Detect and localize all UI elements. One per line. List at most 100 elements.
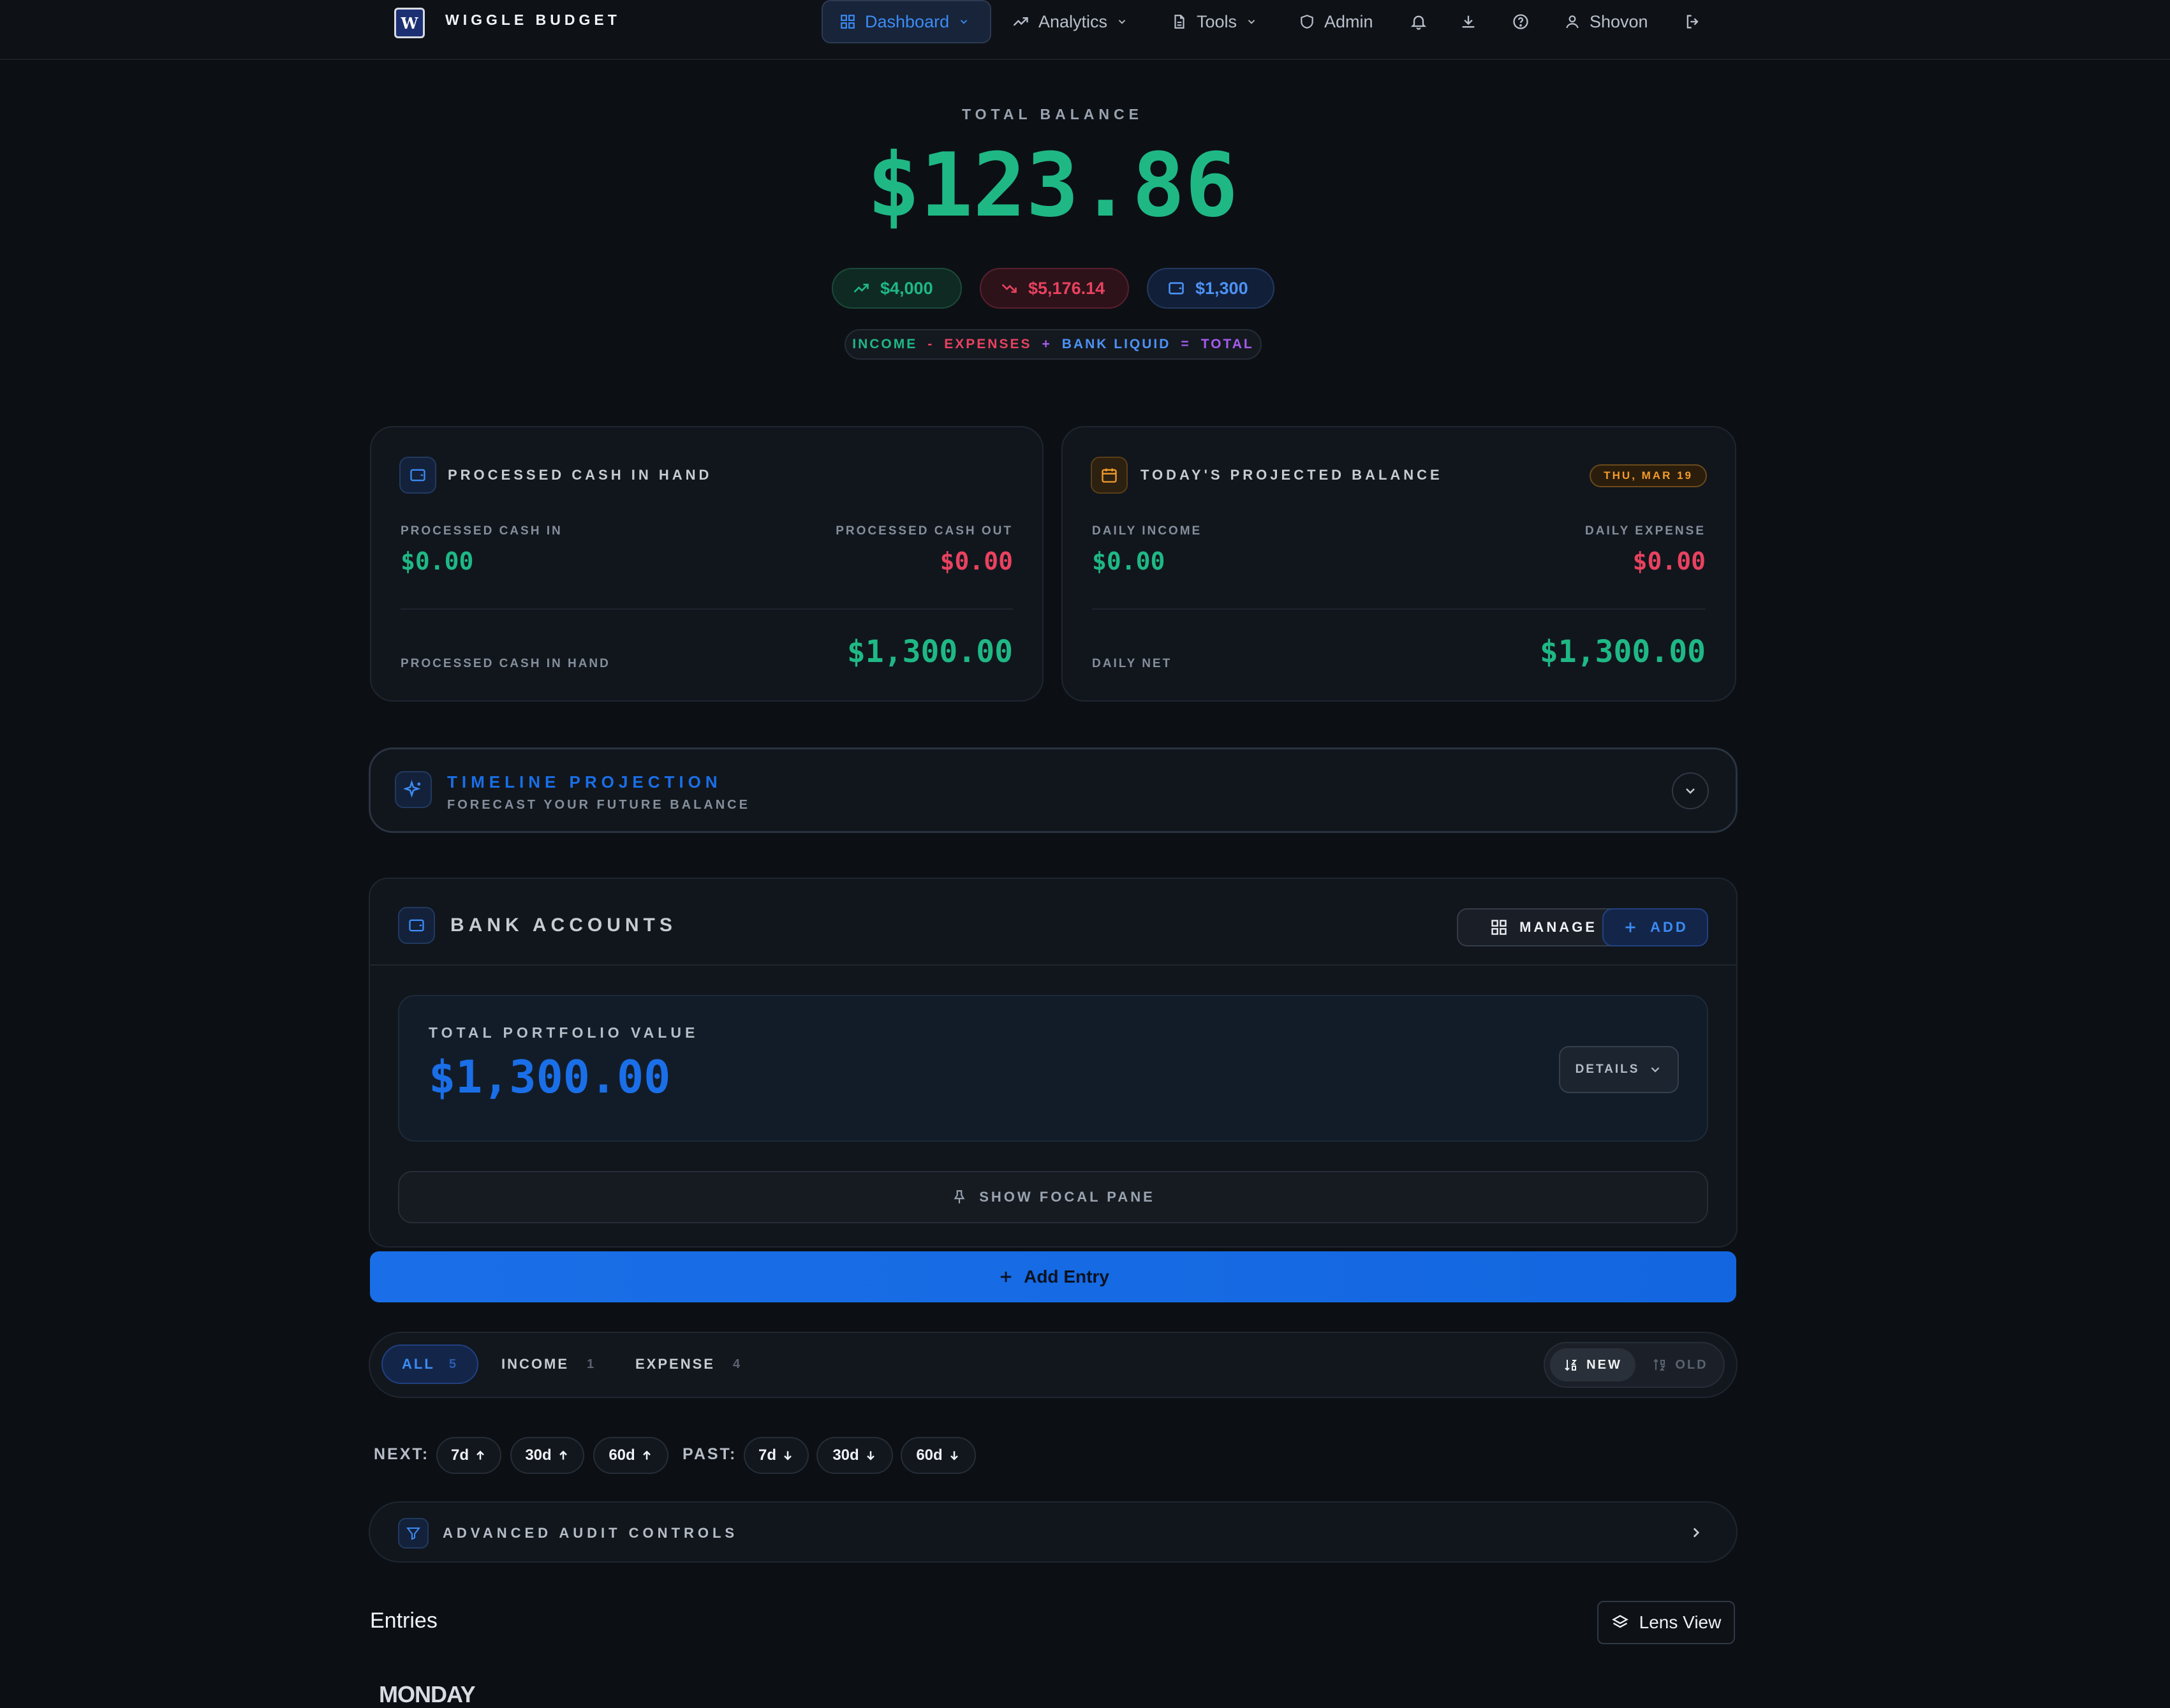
date-badge: THU, MAR 19 <box>1590 464 1707 487</box>
balance-formula: INCOME - EXPENSES + BANK LIQUID = TOTAL <box>845 329 1262 360</box>
chevron-down-icon <box>1651 1067 1660 1073</box>
show-focal-pane-button[interactable]: SHOW FOCAL PANE <box>398 1171 1708 1223</box>
projected-card-title: TODAY'S PROJECTED BALANCE <box>1140 467 1443 483</box>
daily-income-label: DAILY INCOME <box>1092 524 1202 538</box>
daily-income-value: $0.00 <box>1092 547 1165 575</box>
document-icon <box>1174 15 1185 29</box>
add-bank-button[interactable]: ADD <box>1602 908 1708 946</box>
next-60d-chip[interactable]: 60d <box>593 1437 668 1474</box>
notifications-button[interactable] <box>1410 0 1428 43</box>
grid-icon <box>841 15 855 29</box>
formula-income: INCOME <box>852 337 918 351</box>
user-name: Shovon <box>1590 11 1648 31</box>
portfolio-value: $1,300.00 <box>429 1051 671 1103</box>
app-logo[interactable]: W <box>394 8 425 38</box>
chevron-right-icon <box>1693 1528 1700 1538</box>
portfolio-label: TOTAL PORTFOLIO VALUE <box>429 1024 699 1041</box>
formula-total: TOTAL <box>1200 337 1254 351</box>
chip-label: 60d <box>609 1447 635 1464</box>
nav-dashboard[interactable]: Dashboard <box>822 0 991 43</box>
lens-view-button[interactable]: Lens View <box>1597 1601 1735 1644</box>
grid-icon <box>1491 920 1507 935</box>
nav-admin[interactable]: Admin <box>1299 0 1373 43</box>
card-divider <box>401 608 1013 610</box>
bank-pill[interactable]: $1,300 <box>1147 268 1274 309</box>
user-menu[interactable]: Shovon <box>1564 0 1648 43</box>
manage-button-label: MANAGE <box>1519 919 1597 935</box>
help-button[interactable] <box>1512 0 1530 43</box>
filter-tab-expense[interactable]: EXPENSE 4 <box>635 1344 742 1384</box>
past-30d-chip[interactable]: 30d <box>816 1437 893 1474</box>
download-button[interactable] <box>1459 0 1477 43</box>
lens-view-label: Lens View <box>1639 1612 1722 1632</box>
processed-cash-card: PROCESSED CASH IN HAND PROCESSED CASH IN… <box>370 426 1044 702</box>
sort-new-button[interactable]: NEW <box>1550 1348 1635 1381</box>
focal-pane-label: SHOW FOCAL PANE <box>979 1189 1155 1205</box>
timeline-projection-panel[interactable]: TIMELINE PROJECTION FORECAST YOUR FUTURE… <box>369 747 1738 833</box>
sort-old-button[interactable]: OLD <box>1641 1348 1720 1381</box>
entries-title: Entries <box>370 1609 438 1633</box>
filter-tab-income[interactable]: INCOME 1 <box>501 1344 596 1384</box>
sort-asc-icon <box>1653 1358 1666 1371</box>
filter-tab-label: ALL <box>402 1356 435 1372</box>
details-button[interactable]: DETAILS <box>1559 1046 1679 1093</box>
filter-tab-count: 5 <box>448 1357 458 1371</box>
shield-icon <box>1301 15 1313 29</box>
audit-title: ADVANCED AUDIT CONTROLS <box>443 1525 739 1541</box>
layers-icon <box>1611 1615 1628 1628</box>
arrow-down-icon <box>950 1451 958 1461</box>
cash-out-label: PROCESSED CASH OUT <box>836 524 1013 538</box>
next-range-label: NEXT: <box>374 1445 430 1463</box>
logout-button[interactable] <box>1684 0 1702 43</box>
formula-bank: BANK LIQUID <box>1061 337 1171 351</box>
add-bank-button-label: ADD <box>1650 919 1688 935</box>
daily-net-label: DAILY NET <box>1092 657 1172 670</box>
filter-tab-all[interactable]: ALL 5 <box>381 1344 478 1384</box>
next-30d-chip[interactable]: 30d <box>510 1437 584 1474</box>
portfolio-summary: TOTAL PORTFOLIO VALUE $1,300.00 DETAILS <box>398 995 1708 1142</box>
bank-accounts-title: BANK ACCOUNTS <box>450 915 677 936</box>
chip-label: 7d <box>758 1447 776 1464</box>
daily-expense-label: DAILY EXPENSE <box>1585 524 1706 538</box>
wallet-icon <box>399 457 436 494</box>
audit-controls-panel[interactable]: ADVANCED AUDIT CONTROLS <box>369 1501 1738 1563</box>
nav-tools[interactable]: Tools <box>1171 0 1257 43</box>
bank-accounts-panel: BANK ACCOUNTS MANAGE ADD TOTAL PORTFOLIO… <box>369 878 1738 1248</box>
income-pill[interactable]: $4,000 <box>832 268 962 309</box>
nav-analytics[interactable]: Analytics <box>1012 0 1128 43</box>
arrow-up-icon <box>476 1450 484 1460</box>
download-icon <box>1462 15 1475 28</box>
chevron-down-icon <box>1248 20 1255 24</box>
past-7d-chip[interactable]: 7d <box>744 1437 809 1474</box>
cash-in-hand-value: $1,300.00 <box>846 634 1013 670</box>
pin-icon <box>954 1190 965 1204</box>
top-navbar: W WIGGLE BUDGET Dashboard Analytics Tool… <box>0 0 2170 60</box>
nav-dashboard-label: Dashboard <box>865 11 950 31</box>
day-heading: MONDAY <box>379 1681 476 1707</box>
filter-icon <box>398 1518 429 1549</box>
next-7d-chip[interactable]: 7d <box>436 1437 501 1474</box>
entry-filter-bar: ALL 5 INCOME 1 EXPENSE 4 NEW OLD <box>369 1332 1738 1398</box>
expenses-pill-value: $5,176.14 <box>1028 278 1105 298</box>
chevron-down-icon <box>960 20 968 24</box>
formula-plus: + <box>1042 337 1052 351</box>
plus-icon <box>1000 1271 1012 1283</box>
sparkles-icon <box>395 771 432 808</box>
trending-up-icon <box>1013 17 1028 26</box>
trending-up-icon <box>853 283 869 293</box>
details-button-label: DETAILS <box>1575 1063 1640 1076</box>
arrow-up-icon <box>559 1450 567 1460</box>
filter-tab-label: EXPENSE <box>635 1356 715 1372</box>
add-entry-label: Add Entry <box>1024 1267 1109 1286</box>
expenses-pill[interactable]: $5,176.14 <box>980 268 1129 309</box>
formula-minus: - <box>927 337 934 351</box>
timeline-title: TIMELINE PROJECTION <box>447 772 722 791</box>
total-balance-value: $123.86 <box>867 134 1238 237</box>
projected-balance-card: TODAY'S PROJECTED BALANCE THU, MAR 19 DA… <box>1061 426 1736 702</box>
add-entry-button[interactable]: Add Entry <box>370 1251 1736 1302</box>
total-balance-label: TOTAL BALANCE <box>962 106 1143 122</box>
expand-timeline-button[interactable] <box>1672 772 1709 809</box>
past-60d-chip[interactable]: 60d <box>901 1437 976 1474</box>
trending-down-icon <box>1001 284 1017 293</box>
cash-in-value: $0.00 <box>401 547 474 575</box>
